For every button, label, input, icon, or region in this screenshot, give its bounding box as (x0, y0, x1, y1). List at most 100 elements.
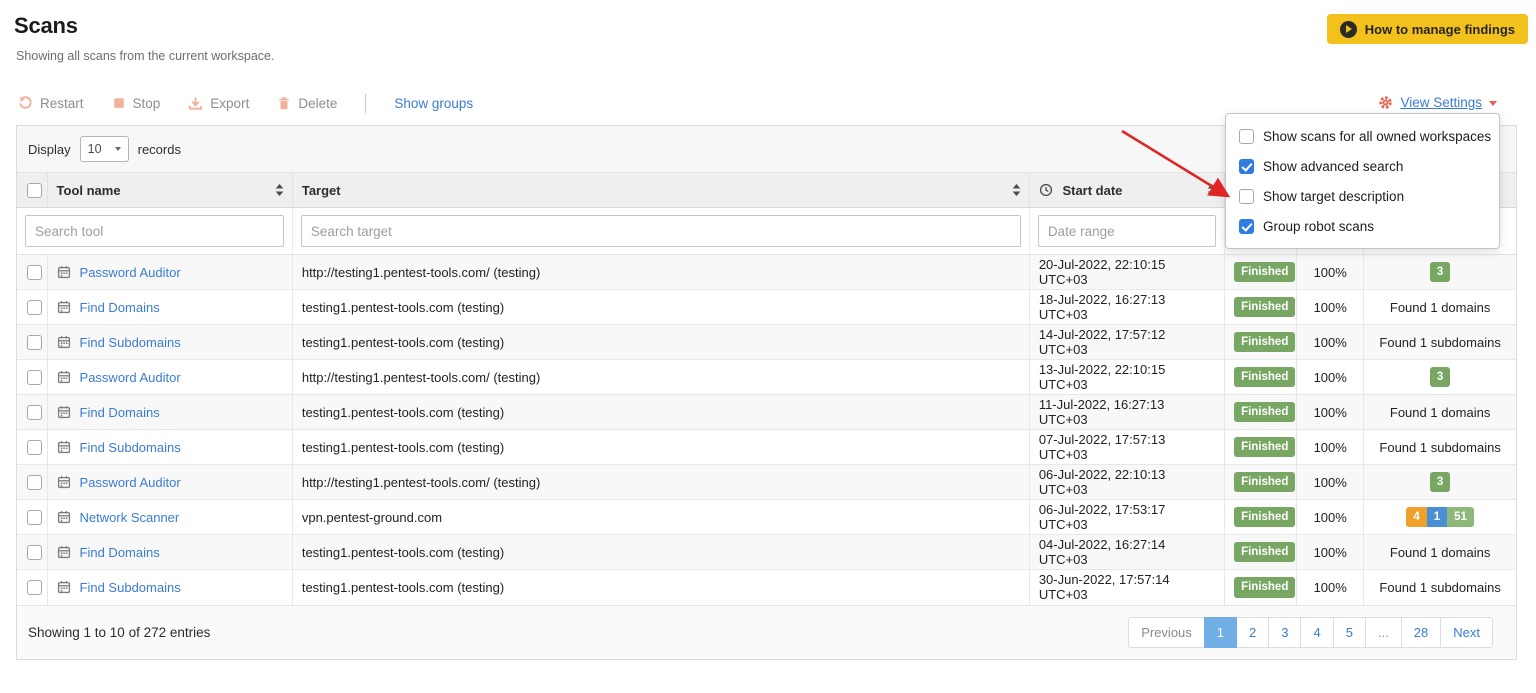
column-header-start-date[interactable]: Start date (1029, 173, 1224, 208)
checkbox-icon[interactable] (1239, 129, 1254, 144)
delete-button[interactable]: Delete (277, 96, 337, 111)
result-cell: Found 1 subdomains (1364, 570, 1516, 605)
pagination-page-28[interactable]: 28 (1401, 617, 1441, 648)
stop-button[interactable]: Stop (112, 96, 161, 111)
table-row: Find Domains testing1.pentest-tools.com … (17, 395, 1516, 430)
pagination-page-1[interactable]: 1 (1204, 617, 1237, 648)
toolbar-divider (365, 94, 366, 113)
result-count-badge: 3 (1430, 367, 1450, 387)
view-settings-option[interactable]: Group robot scans (1226, 211, 1499, 241)
view-settings-option-label: Show scans for all owned workspaces (1263, 129, 1491, 144)
pagination-page-3[interactable]: 3 (1268, 617, 1301, 648)
page-size-select[interactable]: 10 (80, 136, 129, 162)
tool-link[interactable]: Password Auditor (80, 265, 181, 280)
table-row: Password Auditor http://testing1.pentest… (17, 255, 1516, 290)
status-badge: Finished (1234, 297, 1295, 317)
view-settings-option[interactable]: Show target description (1226, 181, 1499, 211)
checkbox-icon[interactable] (1239, 189, 1254, 204)
export-button[interactable]: Export (188, 96, 249, 111)
pagination-page-2[interactable]: 2 (1236, 617, 1269, 648)
view-settings-option[interactable]: Show advanced search (1226, 151, 1499, 181)
tool-link[interactable]: Find Subdomains (80, 580, 181, 595)
status-badge: Finished (1234, 577, 1295, 597)
progress-cell: 100% (1297, 290, 1364, 325)
row-checkbox[interactable] (27, 440, 42, 455)
tool-link[interactable]: Find Domains (80, 405, 160, 420)
calendar-icon (57, 475, 71, 489)
row-checkbox[interactable] (27, 545, 42, 560)
result-badges: 4151 (1406, 507, 1474, 527)
start-date-cell: 20-Jul-2022, 22:10:15 UTC+03 (1029, 255, 1224, 290)
view-settings-toggle[interactable]: View Settings (1378, 95, 1497, 110)
column-header-tool-name[interactable]: Tool name (47, 173, 292, 208)
tool-link[interactable]: Network Scanner (80, 510, 180, 525)
result-badges: 3 (1430, 262, 1450, 282)
restart-icon (18, 96, 33, 111)
tool-link[interactable]: Password Auditor (80, 475, 181, 490)
search-target-input[interactable] (301, 215, 1021, 247)
row-checkbox[interactable] (27, 370, 42, 385)
target-cell: testing1.pentest-tools.com (testing) (292, 430, 1029, 465)
pagination-page-4[interactable]: 4 (1300, 617, 1333, 648)
pagination-page-5[interactable]: 5 (1333, 617, 1366, 648)
page-subtitle: Showing all scans from the current works… (16, 49, 274, 63)
view-settings-option-label: Group robot scans (1263, 219, 1374, 234)
target-cell: testing1.pentest-tools.com (testing) (292, 570, 1029, 605)
result-count-badge: 3 (1430, 262, 1450, 282)
calendar-icon (57, 300, 71, 314)
pagination-previous[interactable]: Previous (1128, 617, 1205, 648)
progress-cell: 100% (1297, 500, 1364, 535)
progress-cell: 100% (1297, 255, 1364, 290)
restart-button[interactable]: Restart (18, 96, 84, 111)
sort-icon[interactable] (1207, 184, 1216, 197)
view-settings-option[interactable]: Show scans for all owned workspaces (1226, 121, 1499, 151)
stop-icon (112, 96, 126, 110)
how-to-manage-findings-button[interactable]: How to manage findings (1327, 14, 1528, 44)
status-badge: Finished (1234, 332, 1295, 352)
pagination-ellipsis[interactable]: ... (1365, 617, 1402, 648)
tool-link[interactable]: Find Subdomains (80, 335, 181, 350)
checkbox-icon[interactable] (1239, 159, 1254, 174)
sort-icon[interactable] (275, 184, 284, 197)
status-badge: Finished (1234, 367, 1295, 387)
table-row: Find Subdomains testing1.pentest-tools.c… (17, 570, 1516, 605)
row-checkbox[interactable] (27, 265, 42, 280)
checkbox-icon[interactable] (1239, 219, 1254, 234)
tool-link[interactable]: Find Subdomains (80, 440, 181, 455)
target-cell: testing1.pentest-tools.com (testing) (292, 290, 1029, 325)
pagination: Previous12345...28Next (1128, 617, 1493, 648)
tool-link[interactable]: Find Domains (80, 300, 160, 315)
result-count-badge: 51 (1447, 507, 1474, 527)
row-checkbox[interactable] (27, 475, 42, 490)
pagination-next[interactable]: Next (1440, 617, 1493, 648)
progress-cell: 100% (1297, 570, 1364, 605)
result-cell: Found 1 domains (1364, 395, 1516, 430)
row-checkbox[interactable] (27, 580, 42, 595)
table-row: Network Scanner vpn.pentest-ground.com 0… (17, 500, 1516, 535)
start-date-cell: 11-Jul-2022, 16:27:13 UTC+03 (1029, 395, 1224, 430)
clock-icon (1039, 183, 1053, 197)
show-groups-link[interactable]: Show groups (394, 96, 473, 111)
row-checkbox[interactable] (27, 510, 42, 525)
select-all-checkbox[interactable] (27, 183, 42, 198)
result-cell: 3 (1364, 255, 1516, 290)
result-cell: Found 1 domains (1364, 535, 1516, 570)
records-label: records (138, 142, 181, 157)
tool-link[interactable]: Find Domains (80, 545, 160, 560)
sort-icon[interactable] (1012, 184, 1021, 197)
target-cell: http://testing1.pentest-tools.com/ (test… (292, 255, 1029, 290)
search-tool-input[interactable] (25, 215, 284, 247)
column-header-target[interactable]: Target (292, 173, 1029, 208)
result-cell: 3 (1364, 360, 1516, 395)
page-title: Scans (14, 13, 78, 39)
row-checkbox[interactable] (27, 405, 42, 420)
row-checkbox[interactable] (27, 300, 42, 315)
calendar-icon (57, 405, 71, 419)
start-date-cell: 18-Jul-2022, 16:27:13 UTC+03 (1029, 290, 1224, 325)
date-range-input[interactable] (1038, 215, 1216, 247)
row-checkbox[interactable] (27, 335, 42, 350)
delete-label: Delete (298, 96, 337, 111)
tool-link[interactable]: Password Auditor (80, 370, 181, 385)
table-row: Password Auditor http://testing1.pentest… (17, 465, 1516, 500)
target-cell: http://testing1.pentest-tools.com/ (test… (292, 360, 1029, 395)
